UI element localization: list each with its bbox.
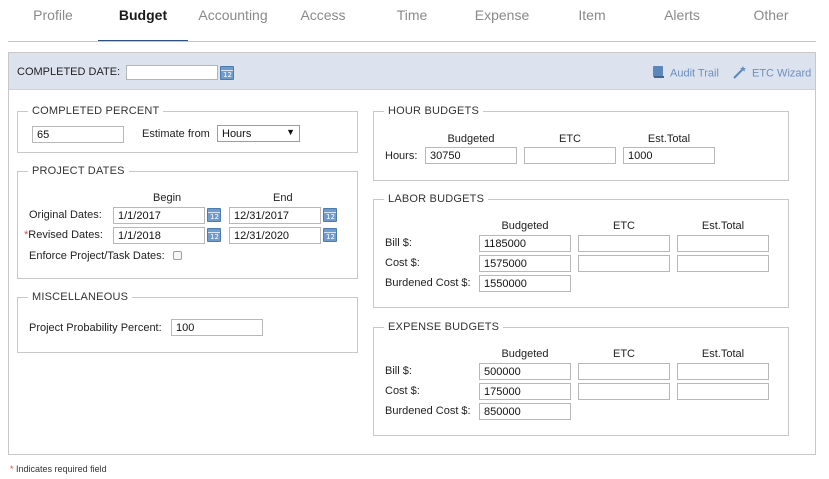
hours-label: Hours: [385,150,418,162]
labor-cost-label: Cost $: [385,257,420,269]
begin-header: Begin [153,192,182,204]
expense-est-total-header: Est.Total [701,348,745,360]
original-dates-label: Original Dates: [29,209,102,221]
expense-cost-etc-input[interactable] [578,383,670,400]
labor-bill-label: Bill $: [385,237,412,249]
etc-wizard-link[interactable]: ETC Wizard [732,65,811,82]
book-icon [652,65,665,82]
calendar-icon[interactable] [323,208,337,222]
tab-alerts[interactable]: Alerts [637,0,727,41]
labor-bill-budgeted-input[interactable]: 1185000 [479,235,571,252]
etc-wizard-label: ETC Wizard [752,67,812,80]
labor-etc-header: ETC [613,220,635,232]
original-begin-input[interactable]: 1/1/2017 [113,207,205,224]
required-field-note: * Indicates required field [10,464,107,474]
project-dates-legend: PROJECT DATES [28,165,129,177]
expense-budgets-legend: EXPENSE BUDGETS [384,321,504,333]
expense-bill-etc-input[interactable] [578,363,670,380]
required-marker: * [10,464,14,474]
audit-trail-link[interactable]: Audit Trail [652,65,719,82]
labor-cost-etc-input[interactable] [578,255,670,272]
completed-percent-legend: COMPLETED PERCENT [28,105,164,117]
hours-est-total-input[interactable]: 1000 [623,147,715,164]
completed-date-input[interactable] [126,65,218,80]
tab-budget[interactable]: Budget [98,0,188,41]
estimate-from-label: Estimate from [142,128,210,140]
expense-bill-est-total-input[interactable] [677,363,769,380]
expense-cost-est-total-input[interactable] [677,383,769,400]
revised-begin-input[interactable]: 1/1/2018 [113,227,205,244]
tab-time[interactable]: Time [367,0,457,41]
tab-access[interactable]: Access [278,0,368,41]
miscellaneous-legend: MISCELLANEOUS [28,291,133,303]
original-end-input[interactable]: 12/31/2017 [229,207,321,224]
probability-label: Project Probability Percent: [29,322,162,334]
tab-divider [8,41,816,42]
expense-cost-budgeted-input[interactable]: 175000 [479,383,571,400]
calendar-icon[interactable] [207,228,221,242]
revised-dates-label: *Revised Dates: [24,229,103,241]
labor-est-total-header: Est.Total [701,220,745,232]
labor-budgeted-header: Budgeted [501,220,549,232]
expense-etc-header: ETC [613,348,635,360]
labor-burdened-budgeted-input[interactable]: 1550000 [479,275,571,292]
required-note-text: Indicates required field [16,464,107,474]
labor-cost-est-total-input[interactable] [677,255,769,272]
project-dates-section: PROJECT DATES [17,165,358,279]
labor-bill-est-total-input[interactable] [677,235,769,252]
tab-other[interactable]: Other [726,0,816,41]
expense-cost-label: Cost $: [385,385,420,397]
tab-profile[interactable]: Profile [8,0,98,41]
expense-burdened-label: Burdened Cost $: [385,405,471,417]
enforce-dates-checkbox[interactable] [173,251,182,260]
expense-budgets-section: EXPENSE BUDGETS [373,321,789,436]
labor-bill-etc-input[interactable] [578,235,670,252]
hour-budgets-legend: HOUR BUDGETS [384,105,484,117]
panel-header: COMPLETED DATE: Audit Trail ETC Wizard [9,53,815,90]
dropdown-arrow-icon: ▼ [286,127,295,137]
hours-etc-input[interactable] [524,147,616,164]
hour-budgets-section: HOUR BUDGETS [373,105,789,181]
expense-bill-budgeted-input[interactable]: 500000 [479,363,571,380]
estimate-from-select[interactable]: Hours ▼ [217,125,300,142]
wand-icon [732,65,747,82]
calendar-icon[interactable] [323,228,337,242]
probability-input[interactable]: 100 [171,319,263,336]
audit-trail-label: Audit Trail [670,67,719,80]
completed-percent-input[interactable]: 65 [32,126,124,143]
calendar-icon[interactable] [220,66,234,80]
labor-budgets-section: LABOR BUDGETS [373,193,789,308]
estimate-from-value: Hours [222,128,252,140]
completed-date-label: COMPLETED DATE: [17,66,121,78]
calendar-icon[interactable] [207,208,221,222]
tab-accounting[interactable]: Accounting [188,0,278,41]
revised-dates-text: Revised Dates: [28,229,103,241]
tab-item[interactable]: Item [547,0,637,41]
tab-expense[interactable]: Expense [457,0,547,41]
enforce-dates-label: Enforce Project/Task Dates: [29,250,165,262]
labor-cost-budgeted-input[interactable]: 1575000 [479,255,571,272]
hours-est-total-header: Est.Total [647,133,691,145]
expense-burdened-budgeted-input[interactable]: 850000 [479,403,571,420]
expense-bill-label: Bill $: [385,365,412,377]
labor-budgets-legend: LABOR BUDGETS [384,193,489,205]
labor-burdened-label: Burdened Cost $: [385,277,471,289]
expense-budgeted-header: Budgeted [501,348,549,360]
hours-budgeted-input[interactable]: 30750 [425,147,517,164]
revised-end-input[interactable]: 12/31/2020 [229,227,321,244]
hours-etc-header: ETC [559,133,581,145]
hours-budgeted-header: Budgeted [447,133,495,145]
end-header: End [273,192,293,204]
